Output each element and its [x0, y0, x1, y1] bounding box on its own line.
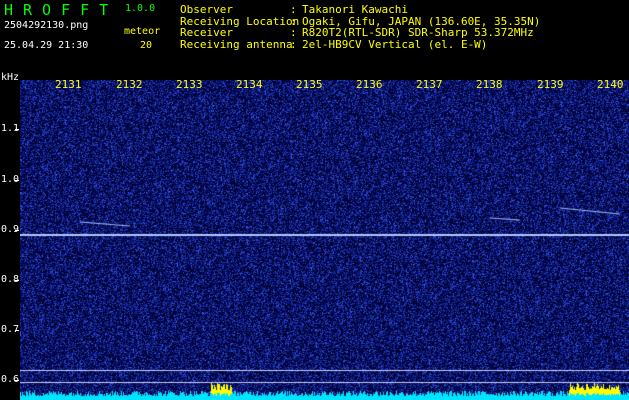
info-row-receiver: Receiver: R820T2(RTL-SDR) SDR-Sharp 53.37…	[180, 26, 534, 39]
info-row-observer: Observer: Takanori Kawachi	[180, 3, 408, 16]
minute-label: 2132	[116, 78, 143, 91]
freq-unit-label: kHz	[1, 72, 20, 83]
minute-label: 2133	[176, 78, 203, 91]
minute-label: 2137	[416, 78, 443, 91]
meteor-label: meteor	[124, 26, 161, 37]
minute-label: 2139	[537, 78, 564, 91]
station-info: Observer: Takanori Kawachi Receiving Loca…	[180, 4, 540, 50]
app-name: HROFFT	[4, 1, 119, 19]
minute-label: 2136	[356, 78, 383, 91]
info-value: Takanori Kawachi	[302, 3, 408, 16]
minute-label: 2140	[597, 78, 624, 91]
minute-label: 2135	[296, 78, 323, 91]
freq-tick	[15, 180, 19, 181]
spectrogram	[20, 80, 629, 400]
freq-tick	[15, 230, 19, 231]
info-key: Receiving antenna	[180, 37, 293, 51]
info-value: R820T2(RTL-SDR) SDR-Sharp 53.372MHz	[302, 26, 534, 39]
freq-tick	[15, 280, 19, 281]
freq-tick	[15, 330, 19, 331]
minute-label: 2138	[476, 78, 503, 91]
file-name: 2504292130.png	[4, 20, 89, 31]
freq-tick	[15, 129, 19, 130]
datetime: 25.04.29 21:30	[4, 40, 89, 51]
info-key: Observer	[180, 3, 233, 16]
minute-label: 2134	[236, 78, 263, 91]
minute-label: 2131	[55, 78, 82, 91]
app-version: 1.0.0	[125, 3, 156, 14]
meteor-count: 20	[140, 40, 153, 51]
info-key: Receiver	[180, 26, 233, 39]
header: HROFFT 1.0.0 2504292130.png meteor 25.04…	[0, 0, 629, 80]
info-value: 2el-HB9CV Vertical (el. E-W)	[302, 37, 488, 51]
freq-tick	[15, 380, 19, 381]
info-row-antenna: Receiving antenna:2el-HB9CV Vertical (el…	[180, 37, 488, 51]
